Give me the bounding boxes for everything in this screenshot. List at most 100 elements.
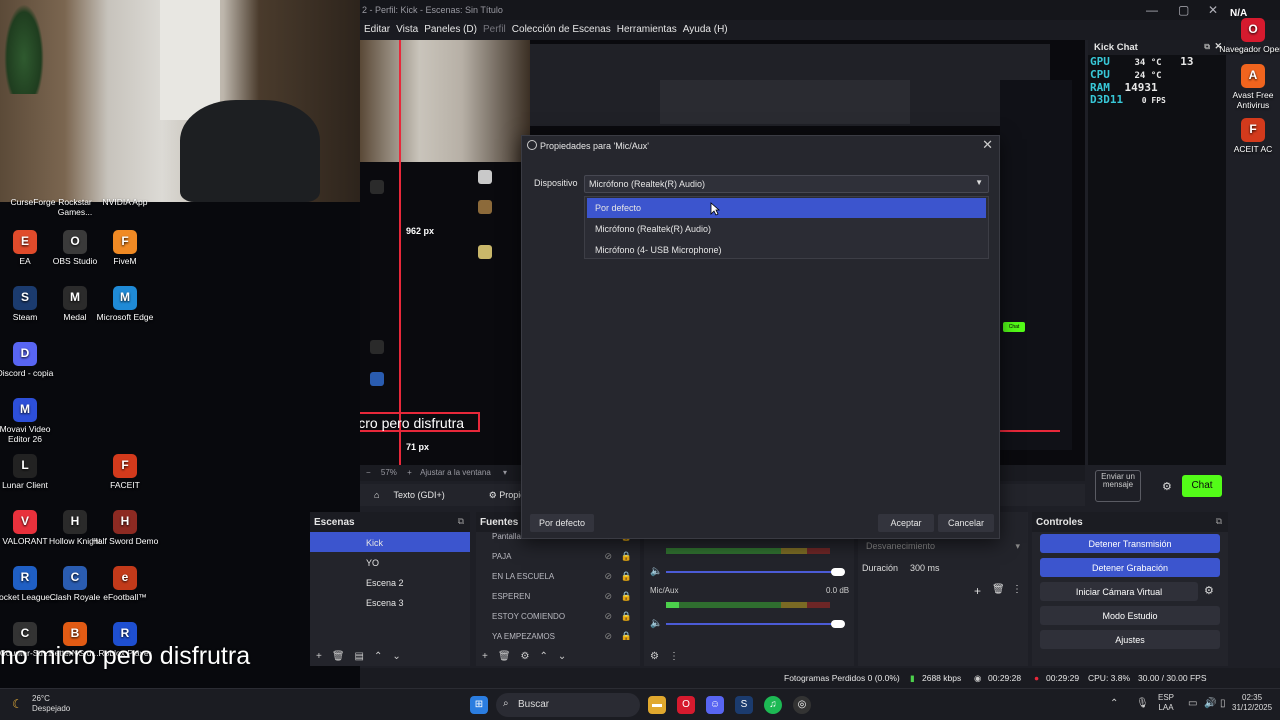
lock-icon[interactable]: 🔒 xyxy=(621,611,632,622)
visibility-icon[interactable]: ⊘ xyxy=(604,591,612,602)
menu-vista[interactable]: Vista xyxy=(396,20,424,40)
zoom-minus-icon[interactable]: − xyxy=(366,468,371,477)
network-icon[interactable]: ▭ xyxy=(1188,698,1197,709)
visibility-icon[interactable]: ⊘ xyxy=(604,611,612,622)
undock-icon[interactable]: ⧉ xyxy=(1216,516,1222,527)
zoom-plus-icon[interactable]: + xyxy=(407,468,412,477)
desktop-icon[interactable]: H Half Sword Demo xyxy=(90,510,160,547)
trash-icon[interactable]: 🗑 xyxy=(332,651,345,666)
desktop-icon[interactable]: L Lunar Client xyxy=(0,454,60,491)
dropdown-option-usb[interactable]: Micrófono (4- USB Microphone) xyxy=(587,240,986,260)
ok-button[interactable]: Aceptar xyxy=(878,514,934,532)
desktop-icon[interactable]: F FACEIT xyxy=(90,454,160,491)
duration-value[interactable]: 300 ms xyxy=(910,563,940,573)
scene-item[interactable]: Escena 3 xyxy=(310,592,470,612)
zoom-dropdown-icon[interactable]: ▾ xyxy=(503,468,507,477)
trash-icon[interactable]: 🗑 xyxy=(498,651,511,666)
speaker-icon[interactable]: 🔈 xyxy=(650,566,662,577)
up-icon[interactable]: ⌃ xyxy=(540,651,548,666)
stop-stream-button[interactable]: Detener Transmisión xyxy=(1040,534,1220,553)
virtual-camera-gear-icon[interactable]: ⚙ xyxy=(1204,584,1214,597)
close-icon[interactable]: ✕ xyxy=(1208,3,1218,17)
desktop-icon[interactable]: D Discord - copia xyxy=(0,342,60,379)
chat-settings-icon[interactable]: ⚙ xyxy=(1162,480,1172,493)
source-item[interactable]: YA EMPEZAMOS ⊘ 🔒 xyxy=(476,626,640,640)
source-item[interactable]: ESPEREN ⊘ 🔒 xyxy=(476,586,640,606)
lock-icon[interactable]: 🔒 xyxy=(621,591,632,602)
file-explorer-icon[interactable]: ▬ xyxy=(648,696,666,714)
visibility-icon[interactable]: ⊘ xyxy=(604,631,612,640)
desktop-icon-faceit-ac[interactable]: F ACEIT AC xyxy=(1218,118,1280,155)
lock-icon[interactable]: 🔒 xyxy=(621,551,632,562)
add-icon[interactable]: + xyxy=(316,651,322,666)
chat-send-button[interactable]: Chat xyxy=(1182,475,1222,497)
source-item[interactable]: PAJA ⊘ 🔒 xyxy=(476,546,640,566)
desktop-icon-avast[interactable]: A Avast Free Antivirus xyxy=(1218,64,1280,111)
up-icon[interactable]: ⌃ xyxy=(374,651,382,666)
spotify-icon[interactable]: ♫ xyxy=(764,696,782,714)
menu-editar[interactable]: Editar xyxy=(364,20,396,40)
cancel-button[interactable]: Cancelar xyxy=(938,514,994,532)
desktop-icon[interactable]: M Microsoft Edge xyxy=(90,286,160,323)
lock-icon[interactable]: 🔒 xyxy=(621,631,632,640)
steam-icon[interactable]: S xyxy=(735,696,753,714)
stop-recording-button[interactable]: Detener Grabación xyxy=(1040,558,1220,577)
undock-icon[interactable]: ⧉ xyxy=(1204,42,1210,52)
maximize-icon[interactable]: ▢ xyxy=(1178,3,1189,17)
lock-icon[interactable]: 🔒 xyxy=(621,571,632,582)
opera-icon[interactable]: O xyxy=(677,696,695,714)
weather-widget[interactable]: 26°C Despejado xyxy=(32,694,70,713)
scene-item[interactable]: Kick xyxy=(310,532,470,552)
source-item[interactable]: EN LA ESCUELA ⊘ 🔒 xyxy=(476,566,640,586)
clock[interactable]: 02:35 31/12/2025 xyxy=(1232,693,1272,714)
chat-message-input[interactable]: Enviar un mensaje xyxy=(1095,470,1141,502)
down-icon[interactable]: ⌄ xyxy=(392,651,400,666)
taskbar-search[interactable]: ⌕ Buscar xyxy=(496,693,640,717)
more-icon[interactable]: ⋮ xyxy=(669,651,679,666)
windows-start-icon[interactable]: ⊞ xyxy=(470,696,488,714)
dropdown-option-realtek[interactable]: Micrófono (Realtek(R) Audio) xyxy=(587,219,986,239)
speaker-icon[interactable]: 🔈 xyxy=(650,618,662,629)
volume-slider-1[interactable] xyxy=(666,568,845,576)
settings-button[interactable]: Ajustes xyxy=(1040,630,1220,649)
trash-icon[interactable]: 🗑 xyxy=(992,584,1005,595)
gear-icon[interactable]: ⚙ xyxy=(650,651,659,666)
menu-paneles[interactable]: Paneles (D) xyxy=(424,20,483,40)
tray-chevron-icon[interactable]: ⌃ xyxy=(1110,698,1118,709)
desktop-icon-nvidia[interactable]: NVIDIA App xyxy=(90,197,160,208)
source-item[interactable]: ESTOY COMIENDO ⊘ 🔒 xyxy=(476,606,640,626)
close-icon[interactable]: ✕ xyxy=(982,137,993,153)
desktop-icon[interactable]: e eFootball™ xyxy=(90,566,160,603)
slider-knob[interactable] xyxy=(831,568,845,576)
visibility-icon[interactable]: ⊘ xyxy=(604,571,612,582)
desktop-icon[interactable]: M Movavi Video Editor 26 xyxy=(0,398,60,445)
transition-select[interactable]: Desvanecimiento ▾ xyxy=(866,538,1026,556)
language-indicator[interactable]: ESP LAA xyxy=(1158,693,1174,714)
microphone-icon[interactable]: 🎙 xyxy=(1136,698,1149,709)
filter-icon[interactable]: ▤ xyxy=(355,651,364,666)
volume-icon[interactable]: 🔊 xyxy=(1204,698,1216,709)
scene-item[interactable]: YO xyxy=(310,552,470,572)
discord-icon[interactable]: ☺ xyxy=(706,696,724,714)
menu-herramientas[interactable]: Herramientas xyxy=(617,20,683,40)
device-select[interactable]: Micrófono (Realtek(R) Audio) ▼ xyxy=(584,175,989,193)
zoom-fit[interactable]: Ajustar a la ventana xyxy=(420,468,491,477)
menu-ayuda[interactable]: Ayuda (H) xyxy=(683,20,734,40)
virtual-camera-button[interactable]: Iniciar Cámara Virtual xyxy=(1040,582,1198,601)
menu-coleccion[interactable]: Colección de Escenas xyxy=(512,20,617,40)
undock-icon[interactable]: ⧉ xyxy=(458,516,464,527)
studio-mode-button[interactable]: Modo Estudio xyxy=(1040,606,1220,625)
add-transition-icon[interactable]: + xyxy=(974,584,981,598)
slider-knob[interactable] xyxy=(831,620,845,628)
gear-icon[interactable]: ⚙ xyxy=(521,651,530,666)
down-icon[interactable]: ⌄ xyxy=(558,651,566,666)
minimize-icon[interactable]: — xyxy=(1146,3,1158,17)
dropdown-option-default[interactable]: Por defecto xyxy=(587,198,986,218)
obs-icon[interactable]: ◎ xyxy=(793,696,811,714)
menu-perfil[interactable]: Perfil xyxy=(483,20,512,40)
defaults-button[interactable]: Por defecto xyxy=(530,514,594,532)
more-icon[interactable]: ⋮ xyxy=(1012,584,1022,595)
desktop-icon[interactable]: F FiveM xyxy=(90,230,160,267)
desktop-icon-opera[interactable]: ONavegador Opera xyxy=(1218,18,1280,55)
battery-icon[interactable]: ▯ xyxy=(1220,698,1226,709)
